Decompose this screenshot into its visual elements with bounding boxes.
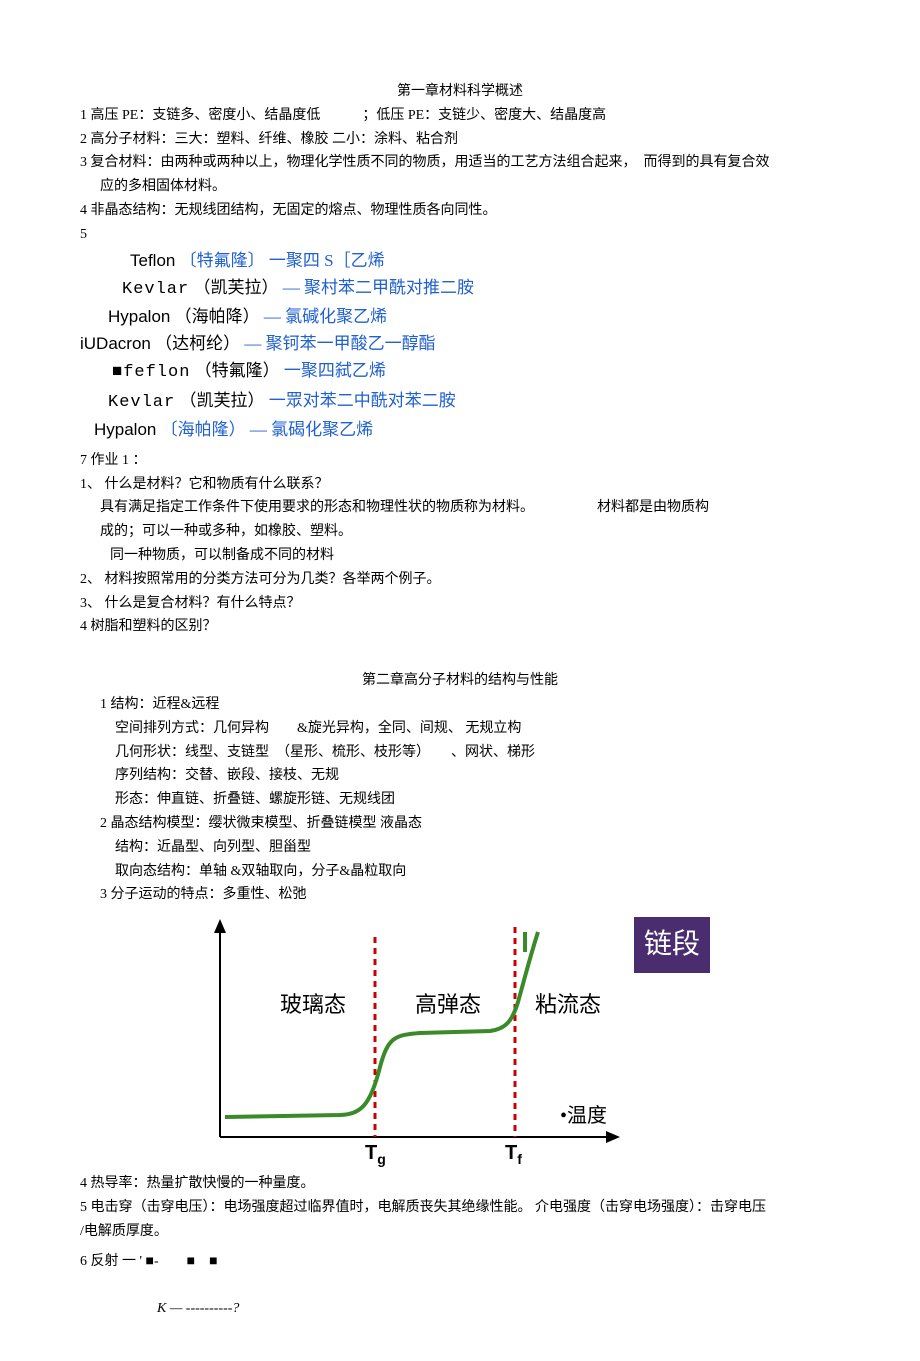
q1b: 成的；可以一种或多种，如橡胶、塑料。 <box>80 520 840 544</box>
label-flow: 粘流态 <box>535 992 601 1017</box>
dacron-cn: （达柯纶） <box>155 334 240 353</box>
hypalon-name: Hypalon <box>108 307 170 326</box>
s1d: 形态：伸直链、折叠链、螺旋形链、无规线团 <box>80 788 840 812</box>
terms-block: Teflon 〔特氟隆〕 一聚四 S［乙烯 Kevlar （凯芙拉） — 聚村苯… <box>80 247 840 443</box>
label-temp: •温度 <box>560 1104 607 1127</box>
s5b: /电解质厚度。 <box>80 1220 840 1244</box>
diagram-svg: 玻璃态 高弹态 粘流态 •温度 Tg Tf <box>180 917 700 1167</box>
s2a: 结构：近晶型、向列型、胆甾型 <box>80 836 840 860</box>
badge-chain-segment: 链段 <box>634 917 710 973</box>
kevlar-desc: — 聚村苯二甲酰对推二胺 <box>283 278 474 297</box>
s6b: K — ----------? <box>80 1273 840 1321</box>
q2: 2、 材料按照常用的分类方法可分为几类？各举两个例子。 <box>80 568 840 592</box>
s4: 4 热导率：热量扩散快慢的一种量度。 <box>80 1172 840 1196</box>
ch1-p2: 2 高分子材料：三大：塑料、纤维、橡胶 二小：涂料、粘合剂 <box>80 128 840 152</box>
label-glass: 玻璃态 <box>280 992 346 1017</box>
hypalon2-cn: 〔海帕隆） <box>161 420 246 439</box>
ch1-p1: 1 高压 PE：支链多、密度小、结晶度低 ；低压 PE：支链少、密度大、结晶度高 <box>80 104 840 128</box>
hypalon2-desc: — 氯碣化聚乙烯 <box>250 420 373 439</box>
teflon-cn: 〔特氟隆〕 <box>180 251 265 270</box>
hypalon-desc: — 氯碱化聚乙烯 <box>264 307 387 326</box>
svg-text:Tf: Tf <box>505 1142 522 1167</box>
s1c: 序列结构：交替、嵌段、接枝、无规 <box>80 764 840 788</box>
s5a: 5 电击穿（击穿电压）：电场强度超过临界值时，电解质丧失其绝缘性能。 介电强度（… <box>80 1196 840 1220</box>
kevlar2-desc: 一眾对苯二中酰对苯二胺 <box>269 391 456 410</box>
teflon2-name: ■feflon <box>112 363 190 382</box>
s3: 3 分子运动的特点：多重性、松弛 <box>80 883 840 907</box>
teflon-name: Teflon <box>130 251 175 270</box>
teflon2-cn: （特氟隆） <box>195 361 280 380</box>
s1b: 几何形状：线型、支链型 （星形、梳形、枝形等） 、网状、梯形 <box>80 741 840 765</box>
kevlar2-name: Kevlar <box>108 393 175 412</box>
kevlar-name: Kevlar <box>122 280 189 299</box>
ch1-p3b: 应的多相固体材料。 <box>80 175 840 199</box>
s6a: 6 反射 一 ' ■- ■ ■ <box>80 1250 840 1274</box>
q1: 1、 什么是材料？它和物质有什么联系？ <box>80 473 840 497</box>
kevlar-cn: （凯芙拉） <box>193 278 278 297</box>
hypalon-cn: （海帕降） <box>175 307 260 326</box>
ch1-p7: 7 作业 1 ： <box>80 449 840 473</box>
kevlar2-cn: （凯芙拉） <box>179 391 264 410</box>
teflon-desc: 一聚四 S［乙烯 <box>269 251 385 270</box>
hypalon2-name: Hypalon <box>94 420 156 439</box>
dacron-desc: — 聚钶苯一甲酸乙一醇酯 <box>244 334 435 353</box>
s1a: 空间排列方式：几何异构 &旋光异构，全同、间规、 无规立构 <box>80 717 840 741</box>
phase-diagram: 链段 玻璃态 高弹态 粘流态 •温度 Tg Tf <box>180 917 700 1167</box>
q1a: 具有满足指定工作条件下使用要求的形态和物理性状的物质称为材料。 材料都是由物质构 <box>80 496 840 520</box>
q4: 4 树脂和塑料的区别？ <box>80 615 840 639</box>
q3: 3、 什么是复合材料？有什么特点？ <box>80 592 840 616</box>
q1c: 同一种物质，可以制备成不同的材料 <box>80 544 840 568</box>
s2: 2 晶态结构模型：缨状微束模型、折叠链模型 液晶态 <box>80 812 840 836</box>
s1: 1 结构：近程&远程 <box>80 693 840 717</box>
ch1-p4: 4 非晶态结构：无规线团结构，无固定的熔点、物理性质各向同性。 <box>80 199 840 223</box>
teflon2-desc: 一聚四弑乙烯 <box>284 361 386 380</box>
chapter-1-title: 第一章材料科学概述 <box>80 80 840 104</box>
s2b: 取向态结构：单轴 &双轴取向，分子&晶粒取向 <box>80 860 840 884</box>
label-rubber: 高弹态 <box>415 992 481 1017</box>
chapter-2-title: 第二章高分子材料的结构与性能 <box>80 669 840 693</box>
dacron-name: iUDacron <box>80 334 151 353</box>
ch1-p3a: 3 复合材料：由两种或两种以上，物理化学性质不同的物质，用适当的工艺方法组合起来… <box>80 151 840 175</box>
svg-text:Tg: Tg <box>365 1142 386 1167</box>
ch1-p5: 5 <box>80 223 840 247</box>
